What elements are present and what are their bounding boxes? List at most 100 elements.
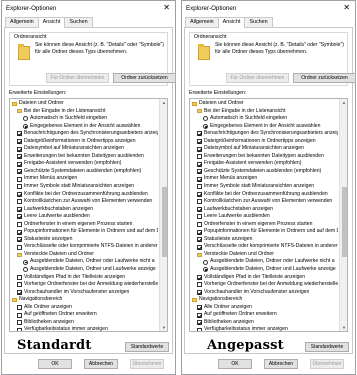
scroll-down-icon[interactable]: ▼ [160, 324, 167, 331]
radio-selected-icon[interactable] [203, 267, 208, 273]
close-icon[interactable]: ✕ [163, 3, 170, 13]
checkbox-unchecked-icon[interactable] [17, 176, 22, 182]
checkbox-checked-icon[interactable] [17, 206, 22, 212]
tree-option[interactable]: Immer Menüs anzeigen [190, 175, 338, 183]
tree-option[interactable]: Vorherige Ordnerfenster bei der Anmeldun… [190, 281, 338, 289]
checkbox-checked-icon[interactable] [17, 139, 22, 144]
tab-view[interactable]: Ansicht [37, 17, 66, 28]
checkbox-checked-icon[interactable] [197, 131, 202, 137]
cancel-button[interactable]: Abbrechen [84, 359, 118, 369]
tree-option[interactable]: Auf geöffneten Ordner erweitern [10, 311, 158, 319]
checkbox-unchecked-icon[interactable] [17, 222, 22, 228]
scroll-thumb[interactable] [161, 187, 167, 258]
scroll-up-icon[interactable]: ▲ [340, 99, 347, 106]
tree-option[interactable]: Geschützte Systemdateien ausblenden (emp… [190, 168, 338, 176]
tree-option[interactable]: Freigabe-Assistent verwenden (empfohlen) [190, 160, 338, 168]
tree-option[interactable]: Immer Symbole statt Miniaturansichten an… [190, 183, 338, 191]
checkbox-unchecked-icon[interactable] [17, 274, 22, 280]
checkbox-checked-icon[interactable] [197, 161, 202, 167]
checkbox-unchecked-icon[interactable] [17, 305, 22, 311]
checkbox-checked-icon[interactable] [17, 161, 22, 167]
scroll-thumb[interactable] [341, 187, 347, 258]
checkbox-unchecked-icon[interactable] [17, 312, 22, 318]
checkbox-checked-icon[interactable] [197, 146, 202, 152]
tab-search[interactable]: Suchen [244, 17, 273, 27]
tree-option[interactable]: Kontrollkästchen zur Auswahl von Element… [190, 198, 338, 206]
checkbox-checked-icon[interactable] [17, 289, 22, 295]
checkbox-unchecked-icon[interactable] [17, 320, 22, 326]
checkbox-checked-icon[interactable] [197, 305, 202, 311]
ok-button[interactable]: OK [218, 359, 252, 369]
tab-search[interactable]: Suchen [64, 17, 93, 27]
checkbox-unchecked-icon[interactable] [17, 199, 22, 205]
tree-option[interactable]: Auf geöffneten Ordner erweitern [190, 311, 338, 319]
tree-option[interactable]: Ausgeblendete Dateien, Ordner oder Laufw… [190, 258, 338, 266]
checkbox-checked-icon[interactable] [197, 237, 202, 243]
tree-option[interactable]: Verschlüsselte oder komprimierte NTFS-Da… [190, 243, 338, 251]
close-icon[interactable]: ✕ [343, 3, 350, 13]
checkbox-checked-icon[interactable] [197, 139, 202, 144]
checkbox-checked-icon[interactable] [197, 191, 202, 197]
apply-to-folders-button[interactable]: Für Ordner übernehmen [46, 73, 109, 83]
checkbox-unchecked-icon[interactable] [197, 222, 202, 228]
tab-view[interactable]: Ansicht [217, 17, 246, 28]
tree-option[interactable]: Ordnerfenster in einem eigenen Prozess s… [190, 221, 338, 229]
apply-button[interactable]: Übernehmen [310, 359, 344, 369]
checkbox-checked-icon[interactable] [17, 229, 22, 235]
ok-button[interactable]: OK [38, 359, 72, 369]
checkbox-checked-icon[interactable] [197, 312, 202, 318]
checkbox-checked-icon[interactable] [17, 154, 22, 160]
tab-general[interactable]: Allgemein [5, 17, 39, 27]
tree-option[interactable]: Leere Laufwerke ausblenden [10, 213, 158, 221]
tree-option[interactable]: Dateigrößeinformationen in Ordnertipps a… [190, 138, 338, 146]
radio-selected-icon[interactable] [203, 123, 208, 129]
tree-option[interactable]: Vorherige Ordnerfenster bei der Anmeldun… [10, 281, 158, 289]
reset-folders-button[interactable]: Ordner zurücksetzen [113, 73, 176, 83]
advanced-settings-tree[interactable]: Dateien und Ordner Bei der Eingabe in der… [189, 98, 348, 332]
scroll-down-icon[interactable]: ▼ [340, 324, 347, 331]
tree-option[interactable]: Ordnerfenster in einem eigenen Prozess s… [10, 221, 158, 229]
cancel-button[interactable]: Abbrechen [264, 359, 298, 369]
tree-option[interactable]: Leere Laufwerke ausblenden [190, 213, 338, 221]
radio-unselected-icon[interactable] [23, 267, 28, 273]
tree-option[interactable]: Alle Ordner anzeigen [190, 304, 338, 312]
tree-option[interactable]: Ausgeblendete Dateien, Ordner und Laufwe… [190, 266, 338, 274]
checkbox-unchecked-icon[interactable] [197, 184, 202, 190]
tree-option[interactable]: Dateisymbol auf Miniaturansichten anzeig… [190, 145, 338, 153]
checkbox-unchecked-icon[interactable] [197, 214, 202, 220]
checkbox-unchecked-icon[interactable] [197, 282, 202, 288]
tree-option[interactable]: Popupinformationen für Elemente in Ordne… [190, 228, 338, 236]
radio-unselected-icon[interactable] [203, 116, 208, 122]
checkbox-checked-icon[interactable] [197, 176, 202, 182]
tree-option[interactable]: Laufwerkbuchstaben anzeigen [190, 206, 338, 214]
tree-option[interactable]: Vorschauhandler im Vorschaufenster anzei… [10, 289, 158, 297]
restore-defaults-button[interactable]: Standardwerte [125, 342, 169, 352]
tree-option[interactable]: Konflikte bei der Ordnerzusammenführung … [10, 191, 158, 199]
tree-option[interactable]: Dateisymbol auf Miniaturansichten anzeig… [10, 145, 158, 153]
tree-option[interactable]: Freigabe-Assistent verwenden (empfohlen) [10, 160, 158, 168]
tree-option[interactable]: Kontrollkästchen zur Auswahl von Element… [10, 198, 158, 206]
tree-option[interactable]: Vollständigen Pfad in der Titelleiste an… [190, 274, 338, 282]
scroll-up-icon[interactable]: ▲ [160, 99, 167, 106]
tree-scrollbar[interactable]: ▲ ▼ [159, 99, 167, 331]
apply-button[interactable]: Übernehmen [130, 359, 164, 369]
tree-option[interactable]: Erweiterungen bei bekannten Dateitypen a… [190, 153, 338, 161]
tree-option[interactable]: Popupinformationen für Elemente in Ordne… [10, 228, 158, 236]
checkbox-checked-icon[interactable] [17, 214, 22, 220]
tree-option[interactable]: Konflikte bei der Ordnerzusammenführung … [190, 191, 338, 199]
reset-folders-button[interactable]: Ordner zurücksetzen [293, 73, 356, 83]
tree-option[interactable]: Verfügbarkeitsstatus immer anzeigen [190, 326, 338, 331]
tree-option[interactable]: Bibliotheken anzeigen [190, 319, 338, 327]
tree-option[interactable]: Benachrichtigungen des Synchronisierungs… [10, 130, 158, 138]
advanced-settings-tree[interactable]: Dateien und Ordner Bei der Eingabe in der… [9, 98, 168, 332]
tree-option[interactable]: Statusleiste anzeigen [190, 236, 338, 244]
checkbox-unchecked-icon[interactable] [17, 244, 22, 250]
tree-option[interactable]: Bibliotheken anzeigen [10, 319, 158, 327]
tree-option[interactable]: Automatisch in Suchfeld eingeben [190, 115, 338, 123]
checkbox-checked-icon[interactable] [17, 237, 22, 243]
checkbox-checked-icon[interactable] [197, 229, 202, 235]
checkbox-unchecked-icon[interactable] [197, 199, 202, 205]
tree-option[interactable]: Ausgeblendete Dateien, Ordner oder Laufw… [10, 258, 158, 266]
checkbox-checked-icon[interactable] [17, 131, 22, 137]
tree-option[interactable]: Benachrichtigungen des Synchronisierungs… [190, 130, 338, 138]
